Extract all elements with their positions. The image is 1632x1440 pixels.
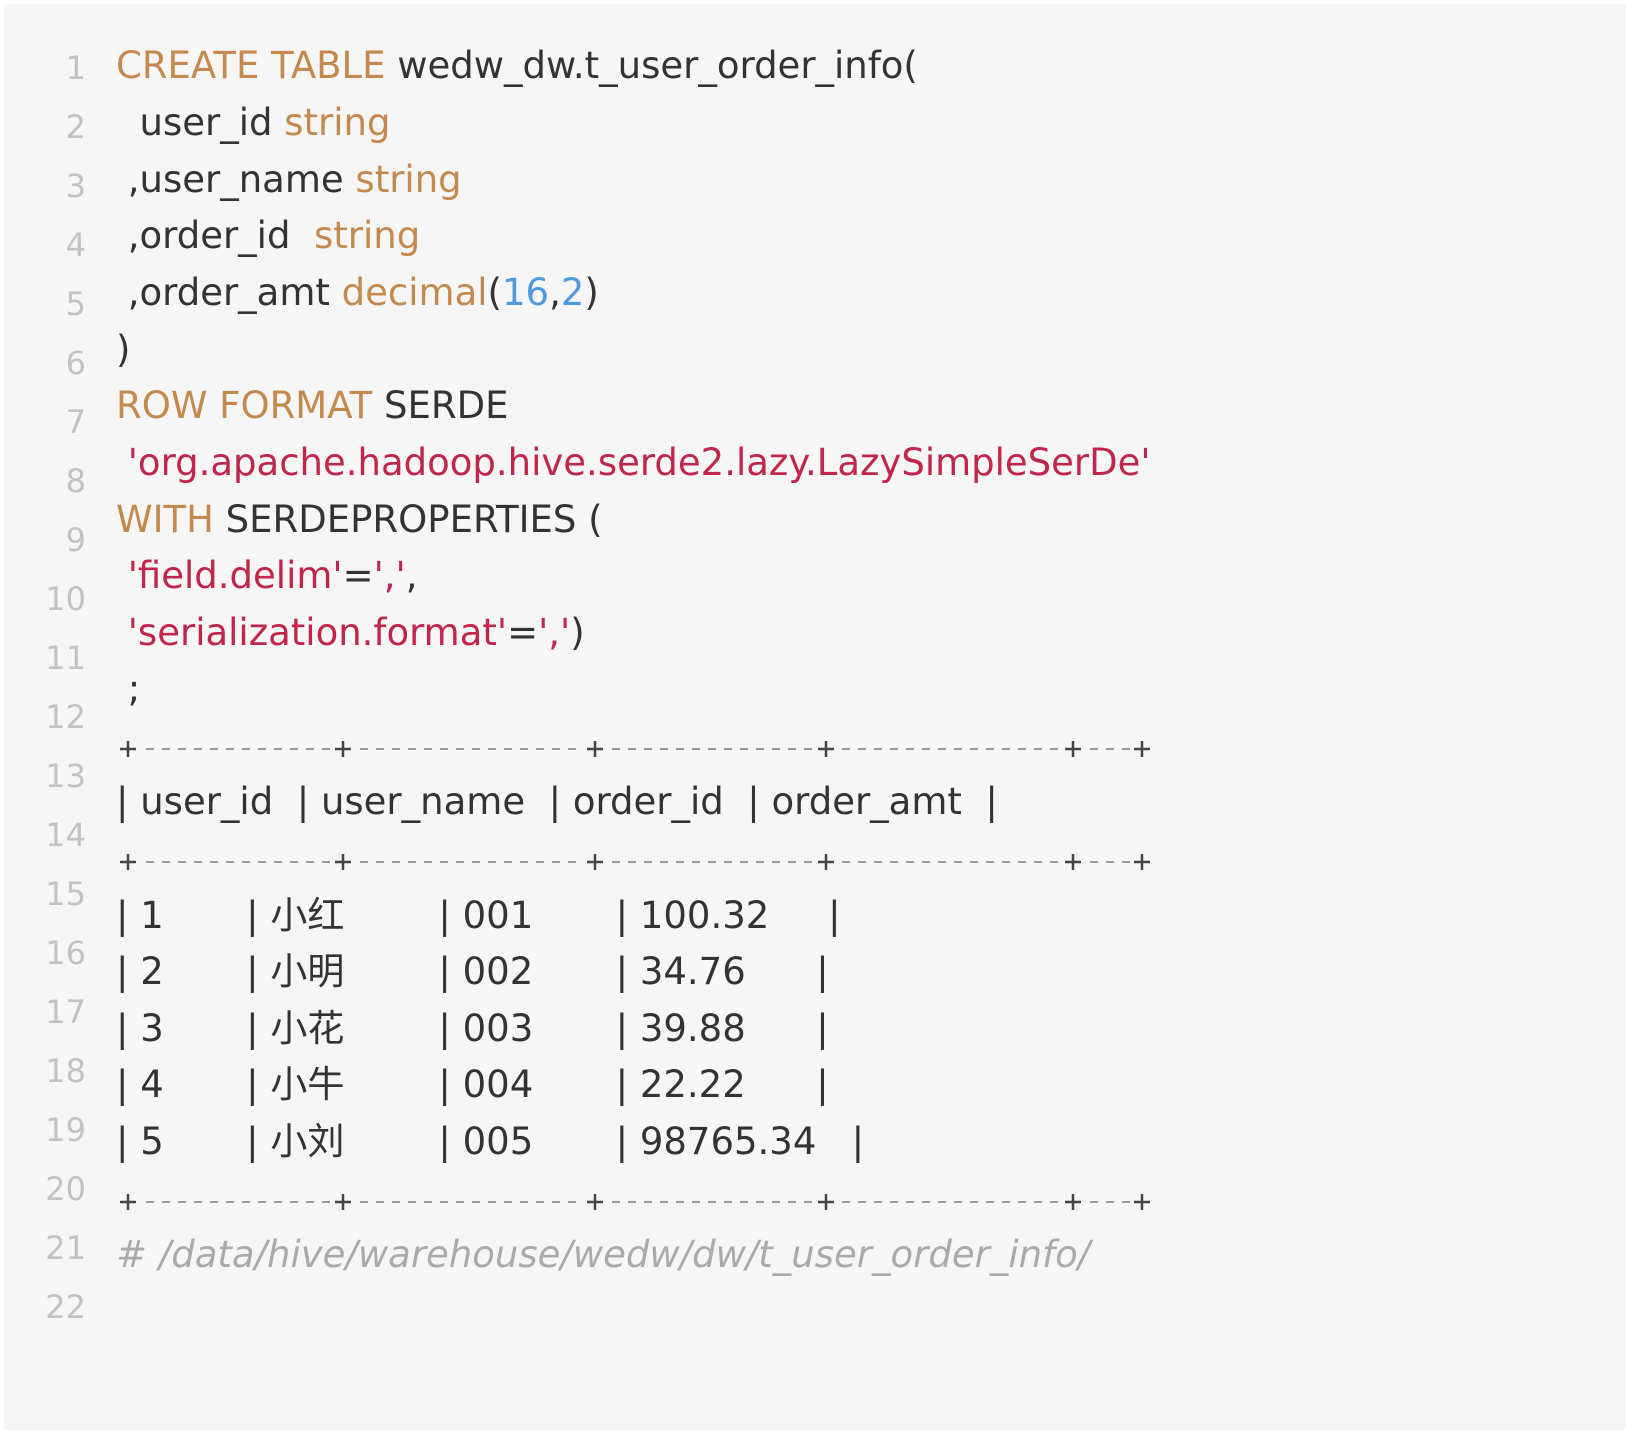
column-type: decimal [341,271,488,314]
code-line-serde-class: 'org.apache.hadoop.hive.serde2.lazy.Lazy… [116,441,1151,485]
column-name: ,order_id [116,214,314,257]
line-number: 3 [65,167,86,205]
keyword: WITH [116,498,214,541]
code-line-close-paren: ) [116,328,131,371]
string-literal: ',' [538,611,571,654]
column-name: user_id [116,101,285,144]
line-number: 10 [45,580,86,618]
table-separator [120,741,1150,757]
line-number: 1 [65,49,86,87]
line-number: 4 [65,226,86,264]
line-number: 22 [45,1288,86,1326]
line-number: 13 [45,757,86,795]
table-row: | 4 | 小牛 | 004 | 22.22 | [116,1063,829,1106]
code-line-column: ,order_amt decimal(16,2) [116,271,599,315]
table-row: | 1 | 小红 | 001 | 100.32 | [116,894,841,937]
line-number: 9 [65,521,86,559]
equals: = [507,611,539,654]
close-paren: ) [570,611,585,654]
code-line-row-format: ROW FORMAT SERDE [116,384,508,428]
column-type: string [284,101,391,144]
table-header: | user_id | user_name | order_id | order… [116,780,998,823]
string-literal: ',' [373,554,406,597]
column-type: string [355,158,462,201]
column-name: ,user_name [116,158,356,201]
code-line-property: 'field.delim'=',', [116,554,418,598]
table-separator [120,1194,1150,1210]
line-number: 17 [45,993,86,1031]
table-separator [120,854,1150,870]
line-number: 6 [65,344,86,382]
comma: , [405,554,418,597]
table-row: | 5 | 小刘 | 005 | 98765.34 | [116,1120,865,1163]
table-row: | 2 | 小明 | 002 | 34.76 | [116,950,829,993]
line-number: 8 [65,462,86,500]
string-literal: 'field.delim' [127,554,343,597]
code-comment: # /data/hive/warehouse/wedw/dw/t_user_or… [116,1233,1091,1276]
string-literal: 'serialization.format' [127,611,508,654]
code-line-with-serdeproperties: WITH SERDEPROPERTIES ( [116,498,603,542]
line-number: 12 [45,698,86,736]
line-number: 7 [65,403,86,441]
line-number: 21 [45,1229,86,1267]
line-number-gutter: 1 2 3 4 5 6 7 8 9 10 11 12 13 14 15 16 1… [4,4,96,1430]
line-number: 11 [45,639,86,677]
paren: ) [584,271,599,314]
line-number: 19 [45,1111,86,1149]
number: 16 [501,271,550,314]
keyword: ROW FORMAT [116,384,373,427]
code-line-column: user_id string [116,101,391,145]
column-name: ,order_amt [116,271,342,314]
line-number: 18 [45,1052,86,1090]
code-block: 1 2 3 4 5 6 7 8 9 10 11 12 13 14 15 16 1… [4,4,1626,1430]
number: 2 [560,271,585,314]
line-number: 16 [45,934,86,972]
serde-keyword: SERDE [372,384,509,427]
line-number: 15 [45,875,86,913]
code-line-create-table: CREATE TABLE wedw_dw.t_user_order_info( [116,44,918,88]
equals: = [342,554,374,597]
table-row: | 3 | 小花 | 003 | 39.88 | [116,1007,829,1050]
serdeproperties: SERDEPROPERTIES ( [213,498,603,541]
code-line-semicolon: ; [116,667,141,710]
code-line-property: 'serialization.format'=',') [116,611,585,655]
keyword: CREATE TABLE [116,44,386,87]
table-name: wedw_dw.t_user_order_info( [385,44,918,87]
column-type: string [313,214,421,257]
code-line-column: ,order_id string [116,214,420,258]
line-number: 20 [45,1170,86,1208]
code-line-column: ,user_name string [116,158,462,202]
string-literal: 'org.apache.hadoop.hive.serde2.lazy.Lazy… [127,441,1151,484]
line-number: 5 [65,285,86,323]
line-number: 2 [65,108,86,146]
line-number: 14 [45,816,86,854]
paren: ( [487,271,502,314]
comma: , [549,271,561,314]
